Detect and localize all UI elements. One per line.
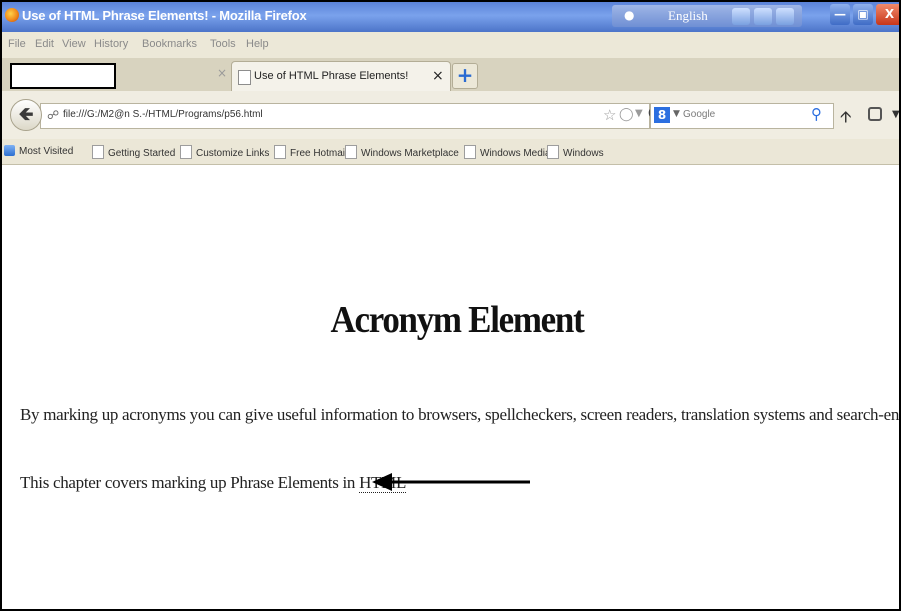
chapter-paragraph: This chapter covers marking up Phrase El… [20, 473, 406, 493]
menu-history[interactable]: History [94, 38, 128, 50]
rss-icon[interactable]: ◯ [619, 107, 634, 122]
site-identity-icon: ☍ [47, 108, 60, 122]
firefox-logo-icon [5, 8, 19, 22]
intro-paragraph: By marking up acronyms you can give usef… [20, 405, 901, 424]
navigation-toolbar: ☍ file:///G:/M2@n S.-/HTML/Programs/p56.… [2, 91, 901, 139]
bookmark-label: Windows Marketplace [361, 148, 459, 159]
language-help-button[interactable] [754, 8, 772, 25]
pocket-icon[interactable] [868, 107, 882, 121]
back-button[interactable]: 🡸 [10, 99, 42, 131]
page-heading: Acronym Element [330, 299, 585, 341]
bookmark-label: Windows [563, 148, 604, 159]
bookmark-windows-marketplace[interactable]: Windows Marketplace [345, 145, 459, 159]
language-bar[interactable]: ● English [612, 5, 802, 27]
browser-window: Use of HTML Phrase Elements! - Mozilla F… [0, 0, 901, 611]
tab-close-icon[interactable]: × [217, 66, 227, 80]
page-icon [345, 145, 357, 159]
bookmark-windows-media[interactable]: Windows Media [464, 145, 551, 159]
menu-bar: File Edit View History Bookmarks Tools H… [2, 32, 901, 58]
url-bar[interactable]: ☍ file:///G:/M2@n S.-/HTML/Programs/p56.… [40, 103, 658, 129]
minimize-button[interactable]: — [830, 4, 850, 25]
menu-help[interactable]: Help [246, 38, 269, 50]
page-icon [180, 145, 192, 159]
menu-tools[interactable]: Tools [210, 38, 236, 50]
tab-strip: × Use of HTML Phrase Elements! × + [2, 58, 901, 92]
search-input[interactable]: Google [683, 109, 715, 120]
maximize-button[interactable]: ▣ [853, 4, 873, 25]
home-icon[interactable]: 🡩 [840, 106, 852, 133]
menu-edit[interactable]: Edit [35, 38, 54, 50]
title-bar: Use of HTML Phrase Elements! - Mozilla F… [2, 2, 901, 32]
paragraph-text: This chapter covers marking up Phrase El… [20, 473, 360, 492]
close-window-button[interactable]: X [876, 4, 901, 25]
menu-bookmarks[interactable]: Bookmarks [142, 38, 197, 50]
most-visited-icon [4, 145, 15, 156]
page-icon [274, 145, 286, 159]
url-dropdown-icon[interactable]: ▼ [635, 108, 643, 119]
bookmark-label: Most Visited [19, 146, 74, 157]
bookmark-label: Customize Links [196, 148, 270, 159]
language-options-button[interactable] [732, 8, 750, 25]
bookmark-most-visited[interactable]: Most Visited [4, 145, 73, 157]
menu-file[interactable]: File [8, 38, 26, 50]
bookmark-label: Windows Media [480, 148, 551, 159]
pointing-arrow-icon [372, 473, 530, 491]
page-content [2, 165, 901, 609]
bookmark-star-icon[interactable]: ☆ [603, 106, 616, 124]
page-icon [464, 145, 476, 159]
bookmarks-toolbar: Most Visited Getting Started Customize L… [2, 139, 901, 165]
tab-title: Use of HTML Phrase Elements! [254, 70, 409, 82]
url-text: file:///G:/M2@n S.-/HTML/Programs/p56.ht… [63, 109, 263, 120]
window-title: Use of HTML Phrase Elements! - Mozilla F… [22, 8, 307, 23]
tab-active[interactable]: Use of HTML Phrase Elements! × [231, 61, 451, 91]
language-settings-button[interactable] [776, 8, 794, 25]
tab-close-icon[interactable]: × [432, 68, 444, 84]
bookmark-customize-links[interactable]: Customize Links [180, 145, 269, 159]
search-engine-dropdown-icon[interactable]: ▼ [673, 109, 680, 119]
tab-redacted[interactable] [10, 63, 116, 89]
page-icon [547, 145, 559, 159]
google-icon[interactable]: 8 [654, 107, 670, 123]
language-label: English [668, 8, 708, 23]
menu-view[interactable]: View [62, 38, 86, 50]
bookmark-free-hotmail[interactable]: Free Hotmail [274, 145, 347, 159]
new-tab-button[interactable]: + [452, 63, 478, 89]
search-icon[interactable]: ⚲ [811, 105, 822, 123]
page-icon [238, 70, 251, 85]
bookmark-label: Getting Started [108, 148, 176, 159]
language-icon: ● [624, 8, 635, 22]
bookmark-label: Free Hotmail [290, 148, 348, 159]
page-icon [92, 145, 104, 159]
search-bar[interactable]: 8 ▼ Google ⚲ [650, 103, 834, 129]
bookmark-getting-started[interactable]: Getting Started [92, 145, 175, 159]
bookmark-windows[interactable]: Windows [547, 145, 604, 159]
